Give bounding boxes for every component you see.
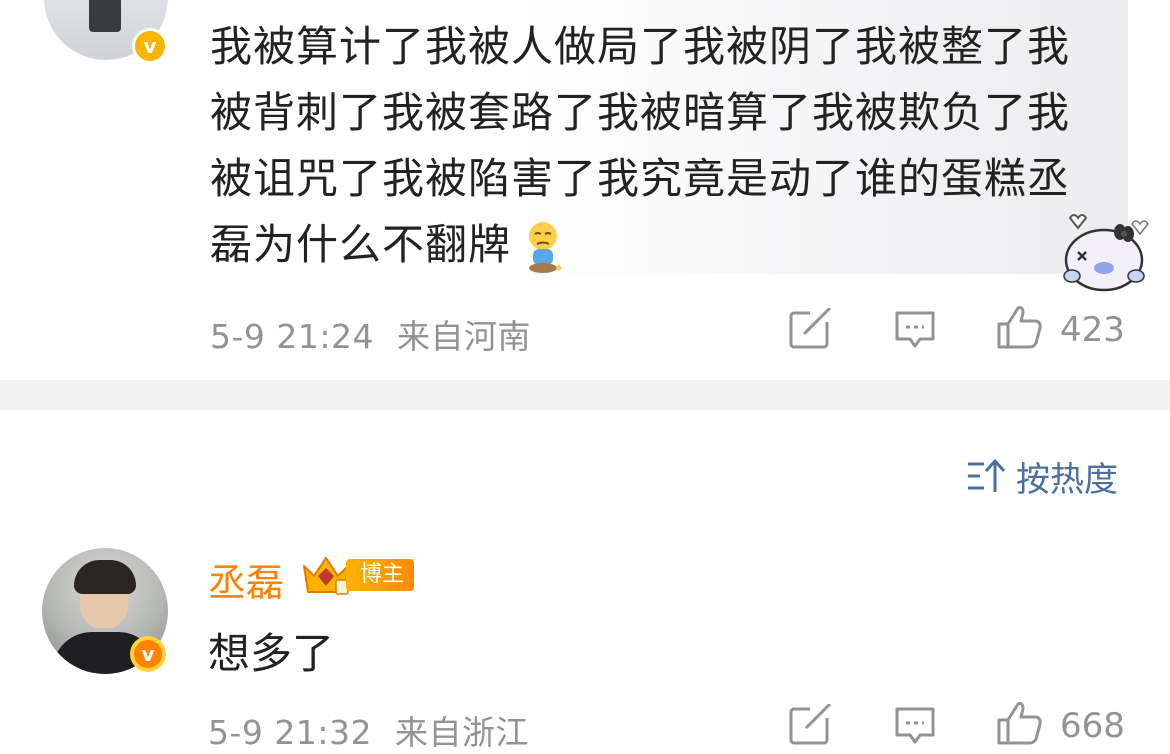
comment-feed: v 我被算计了我被人做局了我被阴了我被整了我被背刺了我被套路了我被暗算了我被欺负… [0,0,1170,754]
comment-text: 我被算计了我被人做局了我被阴了我被整了我被背刺了我被套路了我被暗算了我被欺负了我… [210,14,1110,278]
comment-timestamp: 5-9 21:24 来自河南 [210,317,531,356]
like-count: 423 [1060,310,1125,350]
verified-badge-icon: v [132,28,168,64]
section-divider [0,380,1170,410]
blogger-badge: 博主 [300,554,415,596]
comment-icon[interactable] [894,310,936,350]
reply-text: 想多了 [208,629,335,678]
comment-timestamp: 5-9 21:32 来自浙江 [208,713,529,752]
repost-icon[interactable] [788,704,832,746]
sort-label: 按热度 [1016,459,1118,500]
comment-icon[interactable] [894,706,936,746]
blogger-badge-label: 博主 [346,559,415,591]
like-icon[interactable] [996,700,1044,746]
bunny-ghost-sticker [1063,214,1149,292]
sad-kneeling-face-emoji [521,220,565,276]
like-icon[interactable] [996,304,1044,350]
username[interactable]: 丞磊 [208,552,284,607]
sort-icon [968,459,1006,492]
verified-badge-icon: v [130,636,166,672]
repost-icon[interactable] [788,308,832,350]
sort-by-heat-button[interactable]: 按热度 [966,454,1118,500]
like-count: 668 [1060,706,1125,746]
crown-icon [303,557,349,595]
